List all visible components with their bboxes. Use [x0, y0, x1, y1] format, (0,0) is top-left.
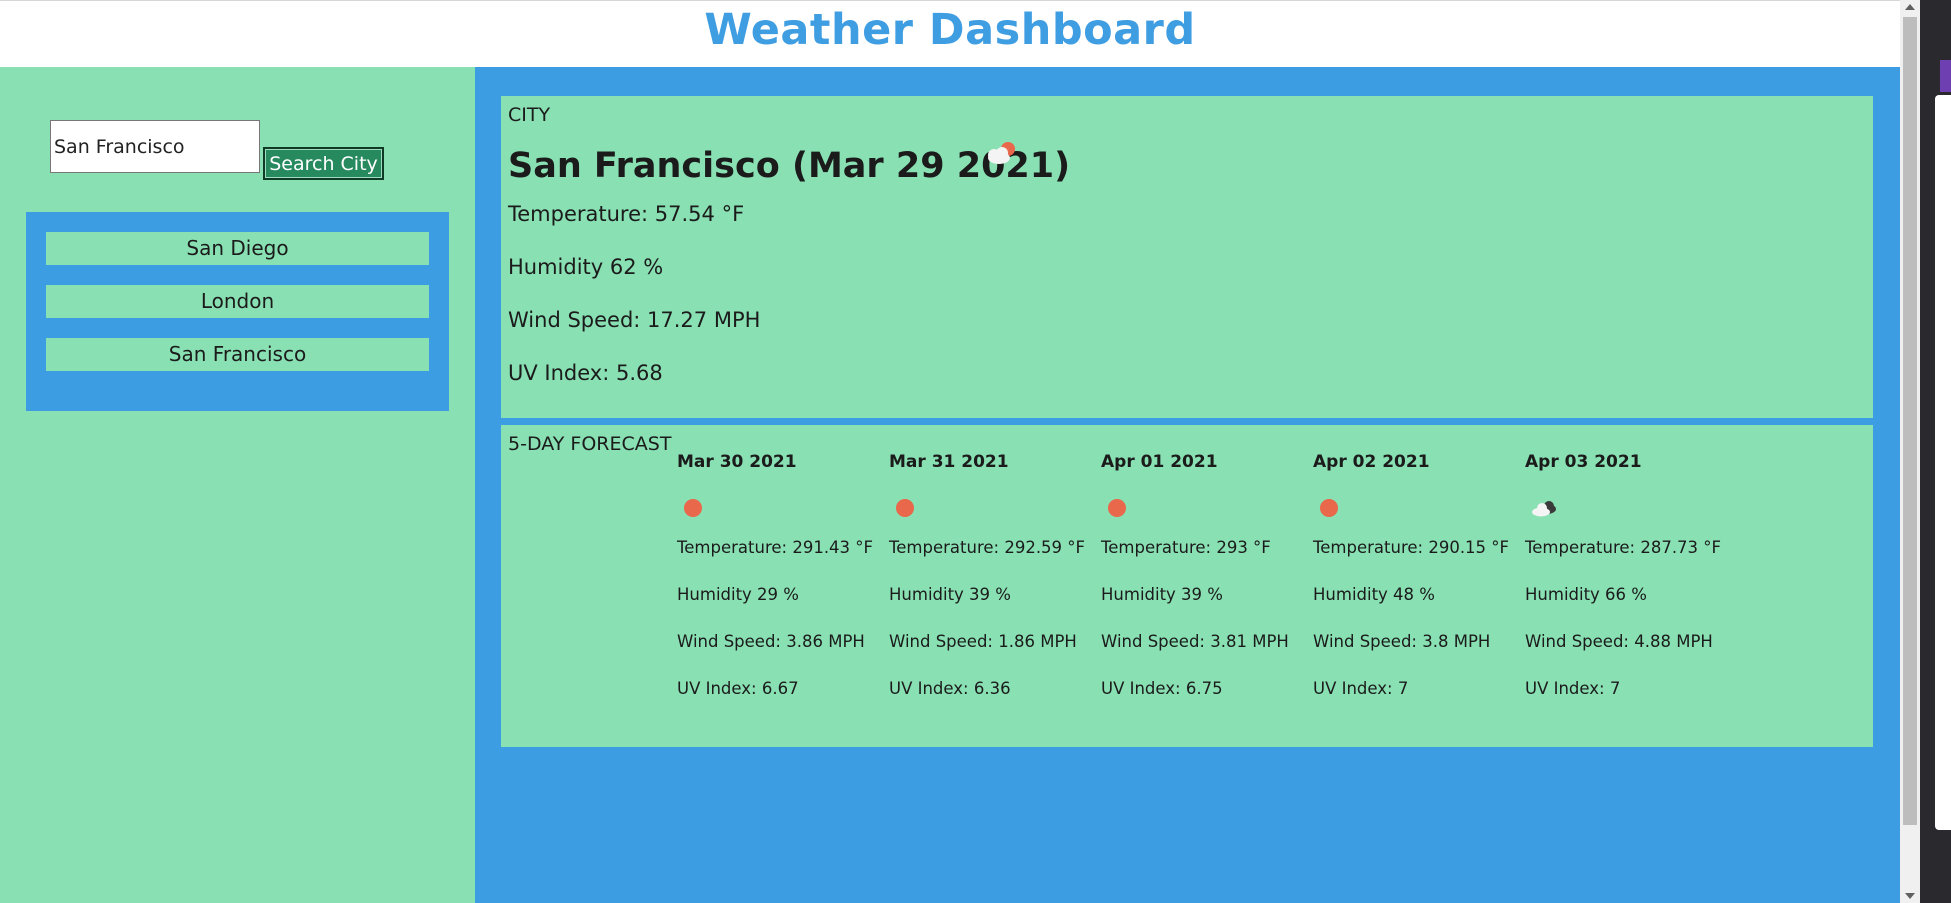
forecast-date: Mar 31 2021 [889, 452, 1009, 472]
city-section-label: CITY [508, 104, 551, 126]
forecast-humidity: Humidity 48 % [1313, 585, 1435, 604]
search-city-button[interactable]: Search City [263, 147, 384, 180]
forecast-temperature: Temperature: 290.15 °F [1313, 538, 1510, 557]
clear-sky-icon [684, 499, 702, 517]
broken-clouds-icon [1532, 501, 1556, 517]
clear-sky-icon [896, 499, 914, 517]
adjacent-window-edge [1920, 0, 1951, 903]
scroll-up-arrow-icon[interactable] [1905, 4, 1915, 10]
forecast-humidity: Humidity 66 % [1525, 585, 1647, 604]
forecast-humidity: Humidity 39 % [889, 585, 1011, 604]
forecast-day-card: Apr 01 2021 Temperature: 293 °F Humidity… [1101, 425, 1306, 747]
forecast-wind-speed: Wind Speed: 3.86 MPH [677, 632, 865, 651]
forecast-humidity: Humidity 29 % [677, 585, 799, 604]
few-clouds-day-icon [988, 142, 1015, 164]
page-header: Weather Dashboard [0, 0, 1900, 67]
forecast-temperature: Temperature: 293 °F [1101, 538, 1271, 557]
forecast-wind-speed: Wind Speed: 1.86 MPH [889, 632, 1077, 651]
history-item-london[interactable]: London [46, 285, 429, 318]
forecast-uv-index: UV Index: 7 [1525, 679, 1621, 698]
page-title: Weather Dashboard [704, 5, 1196, 55]
history-item-san-diego[interactable]: San Diego [46, 232, 429, 265]
forecast-temperature: Temperature: 287.73 °F [1525, 538, 1722, 557]
forecast-day-card: Apr 02 2021 Temperature: 290.15 °F Humid… [1313, 425, 1518, 747]
clear-sky-icon [1108, 499, 1126, 517]
vertical-scrollbar[interactable] [1900, 0, 1920, 903]
forecast-section-label: 5-DAY FORECAST [508, 433, 672, 455]
forecast-day-card: Apr 03 2021 Temperature: 287.73 °F Humid… [1525, 425, 1730, 747]
forecast-date: Apr 01 2021 [1101, 452, 1218, 472]
forecast-wind-speed: Wind Speed: 3.8 MPH [1313, 632, 1491, 651]
forecast-date: Apr 03 2021 [1525, 452, 1642, 472]
current-wind-speed: Wind Speed: 17.27 MPH [508, 308, 761, 332]
forecast-uv-index: UV Index: 7 [1313, 679, 1409, 698]
current-uv-index: UV Index: 5.68 [508, 361, 663, 385]
forecast-section: 5-DAY FORECAST Mar 30 2021 Temperature: … [501, 425, 1873, 747]
city-search-input[interactable] [50, 120, 260, 173]
search-history: San Diego London San Francisco [26, 212, 449, 411]
forecast-uv-index: UV Index: 6.36 [889, 679, 1011, 698]
scroll-down-arrow-icon[interactable] [1905, 893, 1915, 899]
forecast-wind-speed: Wind Speed: 3.81 MPH [1101, 632, 1289, 651]
clear-sky-icon [1320, 499, 1338, 517]
forecast-humidity: Humidity 39 % [1101, 585, 1223, 604]
sidebar: Search City San Diego London San Francis… [0, 67, 475, 903]
current-weather-card: CITY San Francisco (Mar 29 2021) Tempera… [501, 96, 1873, 418]
current-humidity: Humidity 62 % [508, 255, 664, 279]
forecast-date: Apr 02 2021 [1313, 452, 1430, 472]
current-temperature: Temperature: 57.54 °F [508, 202, 745, 226]
forecast-date: Mar 30 2021 [677, 452, 797, 472]
scrollbar-thumb[interactable] [1903, 17, 1917, 825]
forecast-uv-index: UV Index: 6.75 [1101, 679, 1223, 698]
forecast-temperature: Temperature: 292.59 °F [889, 538, 1086, 557]
adjacent-window-accent [1940, 60, 1951, 92]
history-item-san-francisco[interactable]: San Francisco [46, 338, 429, 371]
forecast-day-card: Mar 30 2021 Temperature: 291.43 °F Humid… [677, 425, 882, 747]
forecast-day-card: Mar 31 2021 Temperature: 292.59 °F Humid… [889, 425, 1094, 747]
forecast-wind-speed: Wind Speed: 4.88 MPH [1525, 632, 1713, 651]
forecast-uv-index: UV Index: 6.67 [677, 679, 799, 698]
adjacent-window-panel [1935, 95, 1951, 830]
forecast-temperature: Temperature: 291.43 °F [677, 538, 874, 557]
